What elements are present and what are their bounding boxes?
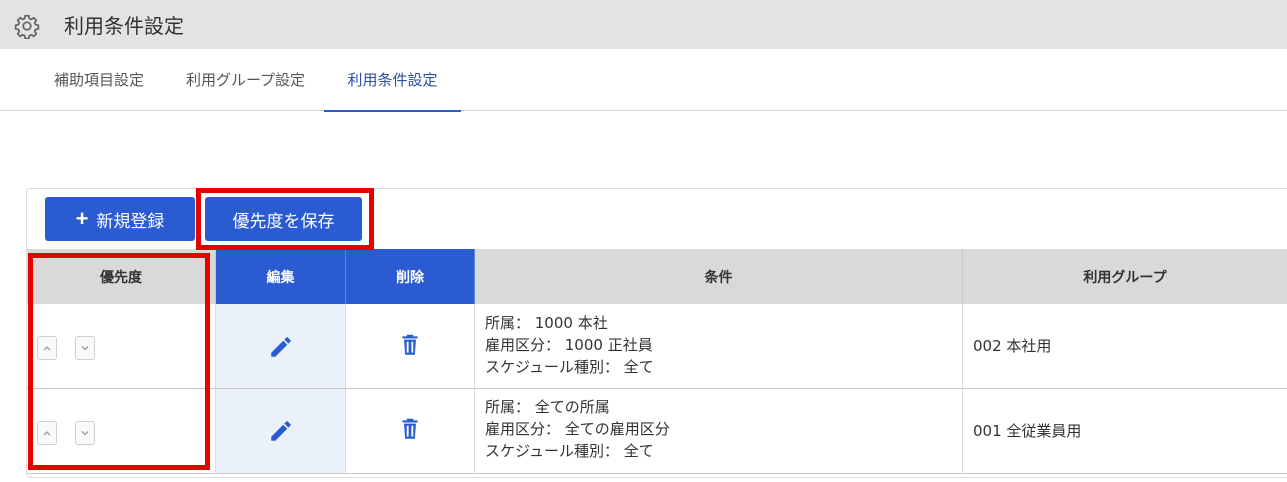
tab-usage-conditions[interactable]: 利用条件設定 <box>324 49 461 112</box>
new-register-button[interactable]: + 新規登録 <box>45 197 195 241</box>
table-row-priority-cell <box>27 389 216 474</box>
usage-group-value: 002 本社用 <box>973 337 1052 355</box>
move-up-button[interactable] <box>37 336 57 360</box>
condition-employment-type: 雇用区分： 全ての雇用区分 <box>485 420 670 438</box>
trash-icon <box>402 418 418 439</box>
chevron-up-icon <box>43 346 51 351</box>
save-priority-label: 優先度を保存 <box>232 211 335 231</box>
title-bar: 利用条件設定 <box>0 0 1287 49</box>
delete-button[interactable] <box>397 332 423 358</box>
header-delete: 削除 <box>346 249 475 304</box>
table-row-group-cell: 002 本社用 <box>963 304 1287 389</box>
tab-usage-groups[interactable]: 利用グループ設定 <box>175 49 316 111</box>
move-down-button[interactable] <box>75 421 95 445</box>
chevron-down-icon <box>81 346 89 351</box>
tab-bar: 補助項目設定 利用グループ設定 利用条件設定 <box>0 49 1287 112</box>
save-priority-button[interactable]: 優先度を保存 <box>205 197 362 241</box>
condition-affiliation: 所属： 全ての所属 <box>485 398 610 416</box>
table-row-condition-cell: 所属： 1000 本社 雇用区分： 1000 正社員 スケジュール種別： 全て <box>475 304 963 389</box>
condition-schedule-type: スケジュール種別： 全て <box>485 442 654 460</box>
header-edit: 編集 <box>216 249 346 304</box>
condition-schedule-type: スケジュール種別： 全て <box>485 358 654 376</box>
condition-employment-type: 雇用区分： 1000 正社員 <box>485 336 653 354</box>
conditions-table: 優先度 編集 削除 条件 利用グループ 所属： 1000 本社 雇用区分： 10… <box>27 249 1287 475</box>
chevron-down-icon <box>81 431 89 436</box>
plus-icon: + <box>75 206 89 231</box>
chevron-up-icon <box>43 431 51 436</box>
condition-affiliation: 所属： 1000 本社 <box>485 314 608 332</box>
gear-icon <box>14 14 40 39</box>
header-usage-group: 利用グループ <box>963 249 1287 304</box>
header-priority: 優先度 <box>27 249 216 304</box>
table-row-condition-cell: 所属： 全ての所属 雇用区分： 全ての雇用区分 スケジュール種別： 全て <box>475 389 963 474</box>
move-up-button[interactable] <box>37 421 57 445</box>
pencil-icon <box>271 421 291 441</box>
header-condition: 条件 <box>475 249 963 304</box>
table-row-edit-cell <box>216 304 346 389</box>
table-row-delete-cell <box>346 304 475 389</box>
edit-button[interactable] <box>268 334 294 360</box>
edit-button[interactable] <box>268 418 294 444</box>
table-row-priority-cell <box>27 304 216 389</box>
table-row-delete-cell <box>346 389 475 474</box>
tab-sub-items[interactable]: 補助項目設定 <box>36 49 162 111</box>
move-down-button[interactable] <box>75 336 95 360</box>
usage-group-value: 001 全従業員用 <box>973 422 1082 440</box>
pencil-icon <box>271 337 291 357</box>
page-title: 利用条件設定 <box>64 14 184 38</box>
delete-button[interactable] <box>397 416 423 442</box>
new-register-label: 新規登録 <box>96 211 165 231</box>
table-row-group-cell: 001 全従業員用 <box>963 389 1287 474</box>
trash-icon <box>402 334 418 355</box>
table-row-edit-cell <box>216 389 346 474</box>
